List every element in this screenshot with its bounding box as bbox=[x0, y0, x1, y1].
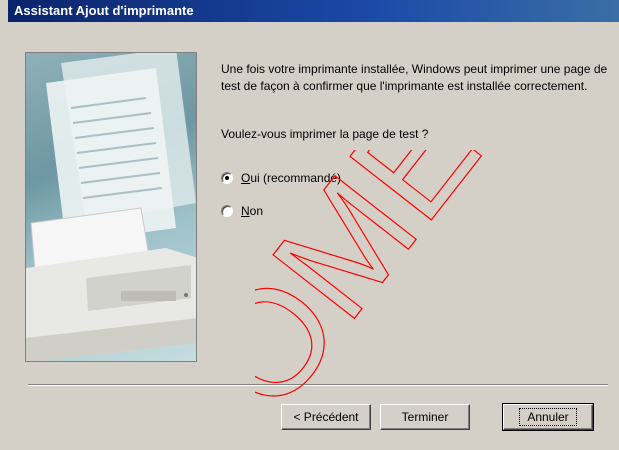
watermark-text: OMER bbox=[255, 150, 577, 440]
printer-icon bbox=[26, 53, 196, 361]
radio-no[interactable] bbox=[221, 205, 233, 217]
description-block: Une fois votre imprimante installée, Win… bbox=[221, 61, 611, 95]
question-text: Voulez-vous imprimer la page de test ? bbox=[221, 127, 429, 141]
description-text: Une fois votre imprimante installée, Win… bbox=[221, 62, 608, 93]
radio-yes[interactable] bbox=[221, 172, 233, 184]
back-button[interactable]: < Précédent bbox=[281, 404, 371, 430]
window-title: Assistant Ajout d'imprimante bbox=[14, 3, 194, 18]
cancel-button[interactable]: Annuler bbox=[502, 403, 594, 431]
back-button-label: < Précédent bbox=[293, 410, 359, 424]
window-titlebar[interactable]: Assistant Ajout d'imprimante bbox=[8, 0, 619, 22]
option-yes-label[interactable]: Oui (recommandé) bbox=[241, 171, 341, 185]
printer-illustration bbox=[25, 52, 197, 362]
option-yes[interactable]: Oui (recommandé) bbox=[221, 171, 341, 185]
option-no[interactable]: Non bbox=[221, 204, 263, 218]
divider bbox=[28, 384, 608, 386]
finish-button[interactable]: Terminer bbox=[380, 404, 470, 430]
cancel-button-label: Annuler bbox=[519, 408, 577, 426]
option-no-label[interactable]: Non bbox=[241, 204, 263, 218]
finish-button-label: Terminer bbox=[401, 410, 449, 424]
